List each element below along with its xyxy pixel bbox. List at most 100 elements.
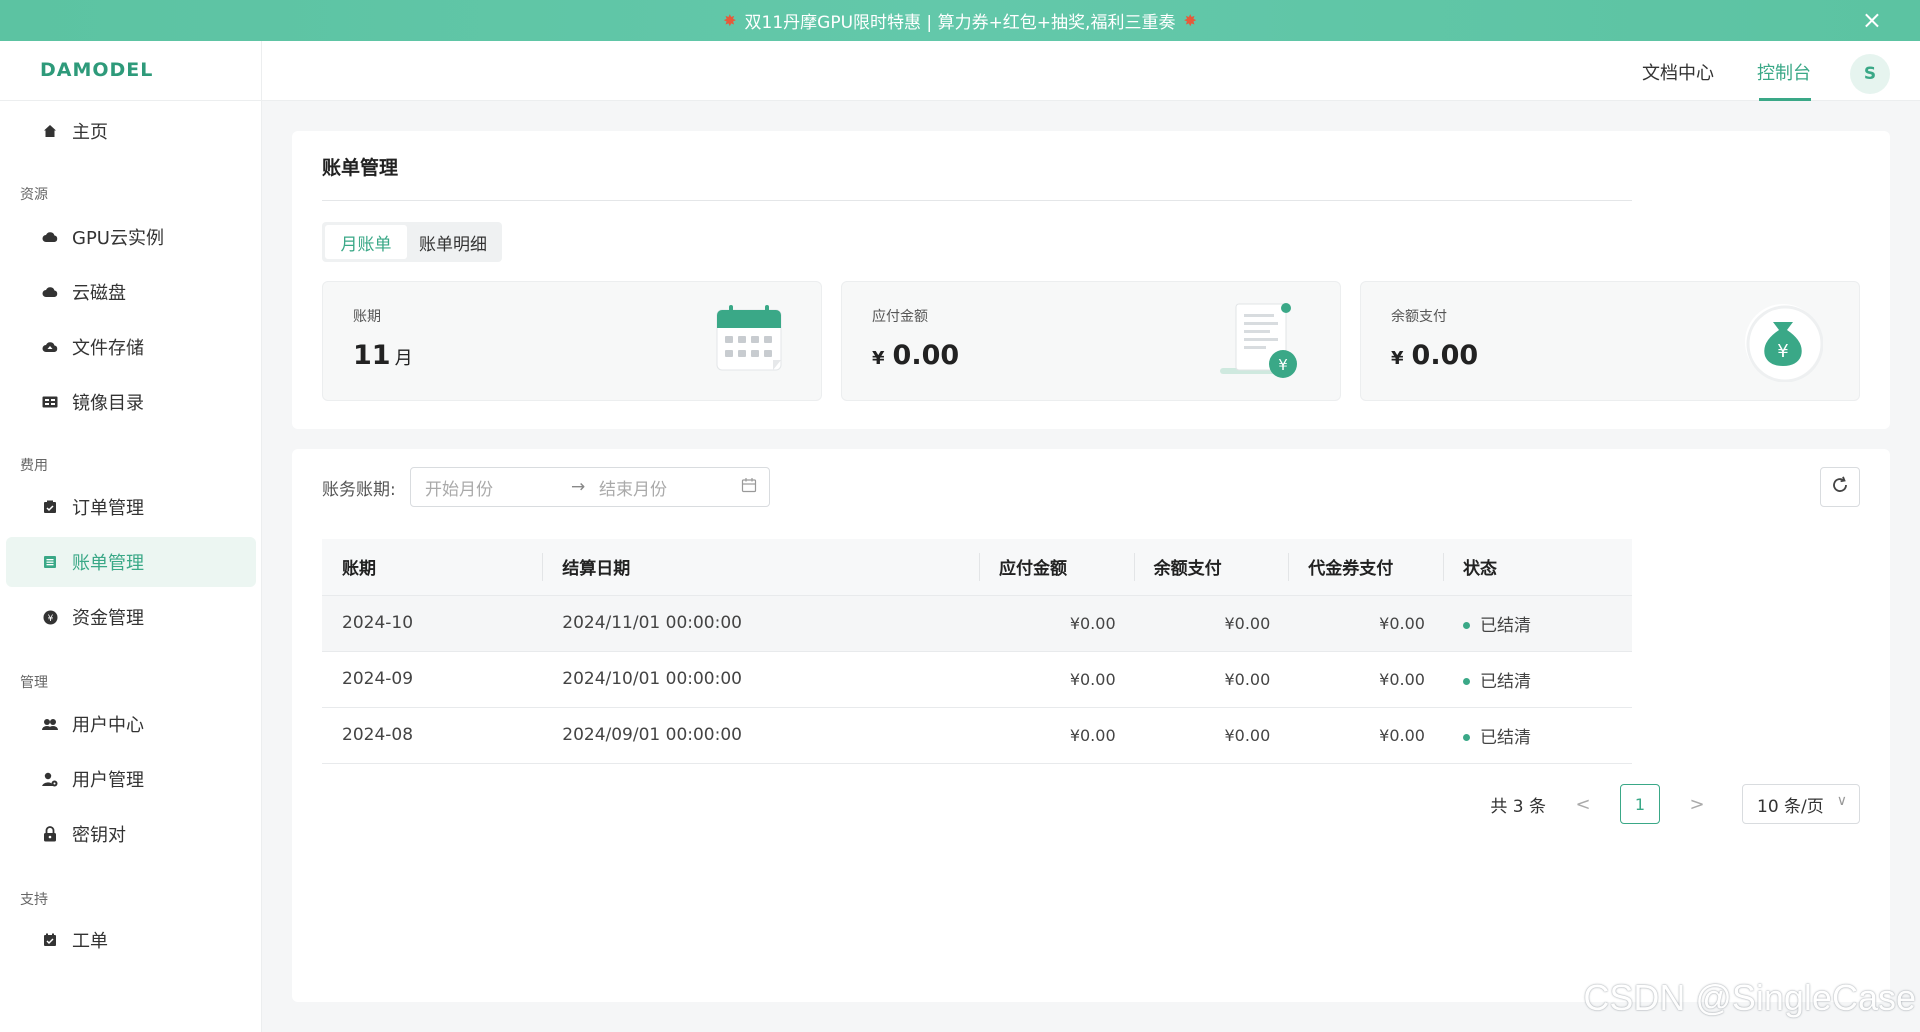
sidebar-item-label: 订单管理: [72, 498, 144, 519]
sidebar-item-home[interactable]: 主页: [6, 106, 256, 156]
sidebar-item-keys[interactable]: 密钥对: [6, 809, 256, 859]
period-value: 11: [353, 340, 391, 371]
sidebar-item-bills[interactable]: 账单管理: [6, 537, 256, 587]
user-settings-icon: [42, 771, 58, 787]
sidebar-item-orders[interactable]: 订单管理: [6, 482, 256, 532]
avatar[interactable]: S: [1850, 54, 1890, 94]
page-size-select[interactable]: 10 条/页 ∨: [1742, 784, 1860, 824]
end-month-input[interactable]: 结束月份: [599, 475, 667, 500]
cell-status: 已结清: [1442, 651, 1632, 708]
pagination-total: 共 3 条: [1490, 796, 1546, 817]
sidebar-item-tickets[interactable]: 工单: [6, 915, 256, 965]
sidebar-item-gpu[interactable]: GPU云实例: [6, 212, 256, 262]
bill-overview-card: 账单管理 月账单 账单明细 账期 11 月 应付金额 ¥ 0.00 ¥ 余额支付…: [292, 131, 1890, 429]
stat-label: 余额支付: [1391, 309, 1447, 325]
top-nav: 文档中心 控制台 S: [262, 41, 1920, 101]
home-icon: [42, 123, 58, 139]
sidebar-item-label: 用户中心: [72, 715, 144, 736]
yen-coin-icon: ¥: [42, 609, 58, 625]
table-header-row: 账期 结算日期 应付金额 余额支付 代金券支付 状态: [322, 539, 1632, 596]
table-row[interactable]: 2024-08 2024/09/01 00:00:00 ¥0.00 ¥0.00 …: [322, 707, 1632, 764]
calendar-icon: [713, 302, 785, 378]
start-month-input[interactable]: 开始月份: [425, 475, 493, 500]
sparkle-icon: ✸: [1183, 11, 1197, 30]
cell-payable: ¥0.00: [978, 651, 1134, 708]
divider: [322, 200, 1632, 201]
status-dot-icon: [1462, 734, 1470, 741]
stat-value: ¥0.00: [872, 340, 959, 371]
cloud-upload-icon: [42, 339, 58, 355]
stat-card-balance: 余额支付 ¥0.00 ¥: [1360, 281, 1860, 401]
col-header-period: 账期: [322, 539, 543, 596]
status-dot-icon: [1462, 622, 1470, 629]
page-title: 账单管理: [322, 157, 399, 179]
cloud-icon: [42, 229, 58, 245]
promo-banner[interactable]: ✸ 双11丹摩GPU限时特惠 | 算力券+红包+抽奖,福利三重奏 ✸ ×: [0, 0, 1920, 41]
status-dot-icon: [1462, 678, 1470, 685]
page-1-button[interactable]: 1: [1620, 784, 1660, 824]
close-icon[interactable]: ×: [1862, 6, 1882, 34]
table-row[interactable]: 2024-10 2024/11/01 00:00:00 ¥0.00 ¥0.00 …: [322, 595, 1632, 652]
page-size-value: 10 条/页: [1757, 796, 1824, 817]
cell-balance: ¥0.00: [1133, 651, 1289, 708]
status-text: 已结清: [1479, 671, 1531, 692]
sidebar-item-label: 密钥对: [72, 825, 126, 846]
sparkle-icon: ✸: [723, 11, 737, 30]
nav-console-link[interactable]: 控制台: [1757, 59, 1811, 85]
ticket-icon: [42, 932, 58, 948]
catalog-icon: [42, 394, 58, 410]
cell-payable: ¥0.00: [978, 707, 1134, 764]
order-icon: [42, 499, 58, 515]
logo[interactable]: DAMODEL: [40, 59, 153, 81]
cell-settle-date: 2024/11/01 00:00:00: [542, 595, 979, 652]
month-range-picker[interactable]: 开始月份 → 结束月份: [410, 467, 770, 507]
sidebar-item-label: 工单: [72, 931, 108, 952]
divider: [0, 100, 262, 101]
bill-table: 账期 结算日期 应付金额 余额支付 代金券支付 状态 2024-10 2024/…: [322, 539, 1632, 764]
cell-period: 2024-09: [322, 651, 543, 708]
prev-page-button[interactable]: <: [1568, 794, 1598, 815]
sidebar-item-disk[interactable]: 云磁盘: [6, 267, 256, 317]
tab-monthly-bill[interactable]: 月账单: [325, 225, 407, 259]
status-text: 已结清: [1479, 727, 1531, 748]
pagination: 共 3 条 < 1 > 10 条/页 ∨: [1490, 784, 1860, 824]
refresh-icon: [1830, 475, 1850, 499]
sidebar-item-label: 镜像目录: [72, 393, 144, 414]
stat-card-period: 账期 11 月: [322, 281, 822, 401]
cell-voucher: ¥0.00: [1288, 707, 1443, 764]
chevron-down-icon: ∨: [1836, 793, 1847, 809]
sidebar-item-funds[interactable]: ¥ 资金管理: [6, 592, 256, 642]
col-header-balance: 余额支付: [1133, 539, 1289, 596]
bill-icon: [42, 554, 58, 570]
section-label-manage: 管理: [20, 675, 48, 691]
stat-value: ¥0.00: [1391, 340, 1478, 371]
invoice-icon: ¥: [1216, 300, 1302, 384]
period-unit: 月: [394, 348, 413, 369]
nav-docs-link[interactable]: 文档中心: [1642, 59, 1714, 85]
cell-voucher: ¥0.00: [1288, 595, 1443, 652]
table-row[interactable]: 2024-09 2024/10/01 00:00:00 ¥0.00 ¥0.00 …: [322, 651, 1632, 708]
section-label-support: 支持: [20, 892, 48, 908]
bill-list-card: 账务账期: 开始月份 → 结束月份 账期 结算日期 应付金额 余额支付 代金券支…: [292, 449, 1890, 1002]
svg-text:¥: ¥: [1777, 341, 1788, 362]
payable-value: 0.00: [892, 340, 960, 371]
col-header-status: 状态: [1442, 539, 1632, 596]
svg-text:¥: ¥: [1278, 356, 1288, 374]
tab-bill-detail[interactable]: 账单明细: [407, 225, 499, 259]
cloud-disk-icon: [42, 284, 58, 300]
sidebar-item-label: 主页: [72, 122, 108, 143]
users-icon: [42, 716, 58, 732]
currency-symbol: ¥: [1391, 348, 1404, 369]
sidebar-item-images[interactable]: 镜像目录: [6, 377, 256, 427]
sidebar: DAMODEL 主页 资源 GPU云实例 云磁盘 文件存储 镜像目录 费用 订单…: [0, 41, 262, 1032]
col-header-payable: 应付金额: [978, 539, 1134, 596]
banner-text[interactable]: 双11丹摩GPU限时特惠 | 算力券+红包+抽奖,福利三重奏: [745, 8, 1176, 33]
sidebar-item-storage[interactable]: 文件存储: [6, 322, 256, 372]
next-page-button[interactable]: >: [1682, 794, 1712, 815]
currency-symbol: ¥: [872, 348, 885, 369]
refresh-button[interactable]: [1820, 467, 1860, 507]
watermark: CSDN @SingleCase: [1583, 977, 1916, 1018]
sidebar-item-user-center[interactable]: 用户中心: [6, 699, 256, 749]
sidebar-item-user-manage[interactable]: 用户管理: [6, 754, 256, 804]
bill-view-tabs: 月账单 账单明细: [322, 222, 502, 262]
